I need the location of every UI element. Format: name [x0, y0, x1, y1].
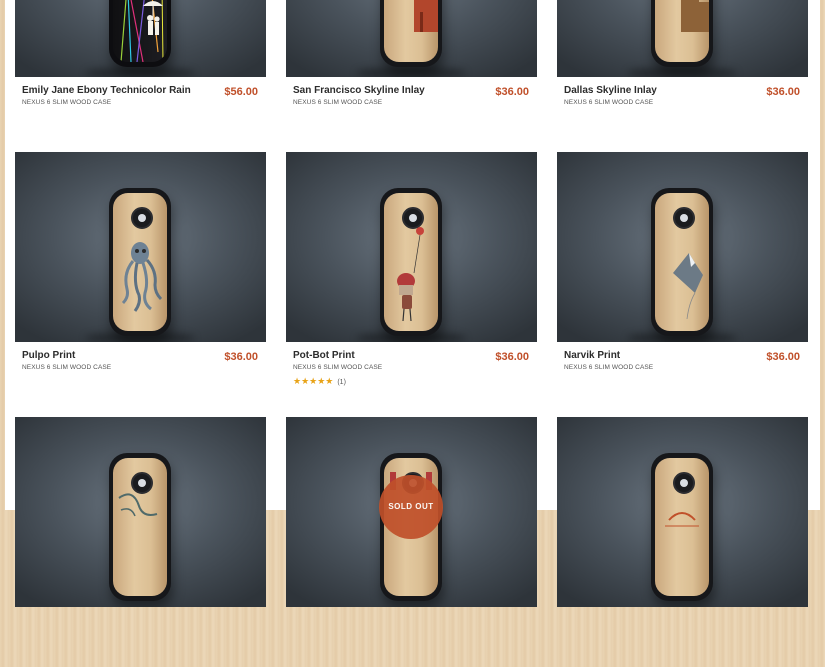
rating-count: (1): [337, 379, 346, 386]
phone-shadow: [356, 67, 466, 77]
phone-case: [109, 453, 171, 601]
product-image[interactable]: [15, 417, 266, 607]
product-subtitle: NEXUS 6 SLIM WOOD CASE: [564, 99, 654, 106]
umbrella-couple-icon: [120, 0, 164, 62]
product-grid: Emily Jane Ebony Technicolor Rain NEXUS …: [5, 0, 820, 607]
wood-back: [655, 458, 709, 596]
phone-case: [651, 0, 713, 67]
product-card[interactable]: Pot-Bot Print NEXUS 6 SLIM WOOD CASE $36…: [286, 152, 537, 402]
product-title[interactable]: Narvik Print: [564, 350, 620, 361]
product-subtitle: NEXUS 6 SLIM WOOD CASE: [22, 99, 112, 106]
product-card[interactable]: [15, 417, 266, 667]
product-card[interactable]: Emily Jane Ebony Technicolor Rain NEXUS …: [15, 0, 266, 137]
product-title[interactable]: Pulpo Print: [22, 350, 75, 361]
product-price: $36.00: [766, 351, 800, 363]
phone-case: [380, 0, 442, 67]
sunset-icon: [665, 512, 699, 527]
product-subtitle: NEXUS 6 SLIM WOOD CASE: [564, 364, 654, 371]
wood-back: [113, 458, 167, 596]
phone-shadow: [627, 67, 737, 77]
product-image[interactable]: SOLD OUT: [286, 417, 537, 607]
product-image[interactable]: [557, 417, 808, 607]
tentacle-icon: [118, 493, 158, 517]
product-title[interactable]: Pot-Bot Print: [293, 350, 355, 361]
phone-case: [380, 188, 442, 336]
product-subtitle: NEXUS 6 SLIM WOOD CASE: [293, 99, 383, 106]
skyline-icon: [681, 0, 709, 32]
phone-case: [109, 0, 171, 67]
product-image[interactable]: [557, 0, 808, 77]
product-card[interactable]: Dallas Skyline Inlay NEXUS 6 SLIM WOOD C…: [557, 0, 808, 137]
product-title[interactable]: San Francisco Skyline Inlay: [293, 85, 425, 96]
wood-back: [113, 193, 167, 331]
phone-case: [651, 188, 713, 336]
sold-out-badge: SOLD OUT: [379, 475, 443, 539]
product-price: $36.00: [766, 86, 800, 98]
skyline-icon: [414, 0, 438, 32]
mountain-icon: [673, 253, 703, 320]
product-image[interactable]: [15, 152, 266, 342]
phone-case: [651, 453, 713, 601]
product-card[interactable]: [557, 417, 808, 667]
star-rating[interactable]: ★★★★★ (1): [293, 377, 346, 387]
wood-back: [384, 0, 438, 62]
rating-stars-icon: ★★★★★: [293, 377, 334, 387]
product-image[interactable]: [557, 152, 808, 342]
product-card[interactable]: Narvik Print NEXUS 6 SLIM WOOD CASE $36.…: [557, 152, 808, 402]
product-image[interactable]: [15, 0, 266, 77]
product-price: $36.00: [224, 351, 258, 363]
product-subtitle: NEXUS 6 SLIM WOOD CASE: [22, 364, 112, 371]
wood-back: [655, 0, 709, 62]
octopus-icon: [121, 242, 163, 312]
product-card[interactable]: SOLD OUT: [286, 417, 537, 667]
product-title[interactable]: Dallas Skyline Inlay: [564, 85, 657, 96]
product-title[interactable]: Emily Jane Ebony Technicolor Rain: [22, 85, 191, 96]
phone-shadow: [85, 67, 195, 77]
product-card[interactable]: Pulpo Print NEXUS 6 SLIM WOOD CASE $36.0…: [15, 152, 266, 402]
product-image[interactable]: [286, 0, 537, 77]
wood-back: [384, 193, 438, 331]
wood-back: [655, 193, 709, 331]
product-subtitle: NEXUS 6 SLIM WOOD CASE: [293, 364, 383, 371]
product-price: $56.00: [224, 86, 258, 98]
product-price: $36.00: [495, 86, 529, 98]
product-price: $36.00: [495, 351, 529, 363]
ebony-back: [113, 0, 167, 62]
robot-balloon-icon: [397, 227, 424, 322]
phone-case: [109, 188, 171, 336]
product-image[interactable]: [286, 152, 537, 342]
product-card[interactable]: San Francisco Skyline Inlay NEXUS 6 SLIM…: [286, 0, 537, 137]
